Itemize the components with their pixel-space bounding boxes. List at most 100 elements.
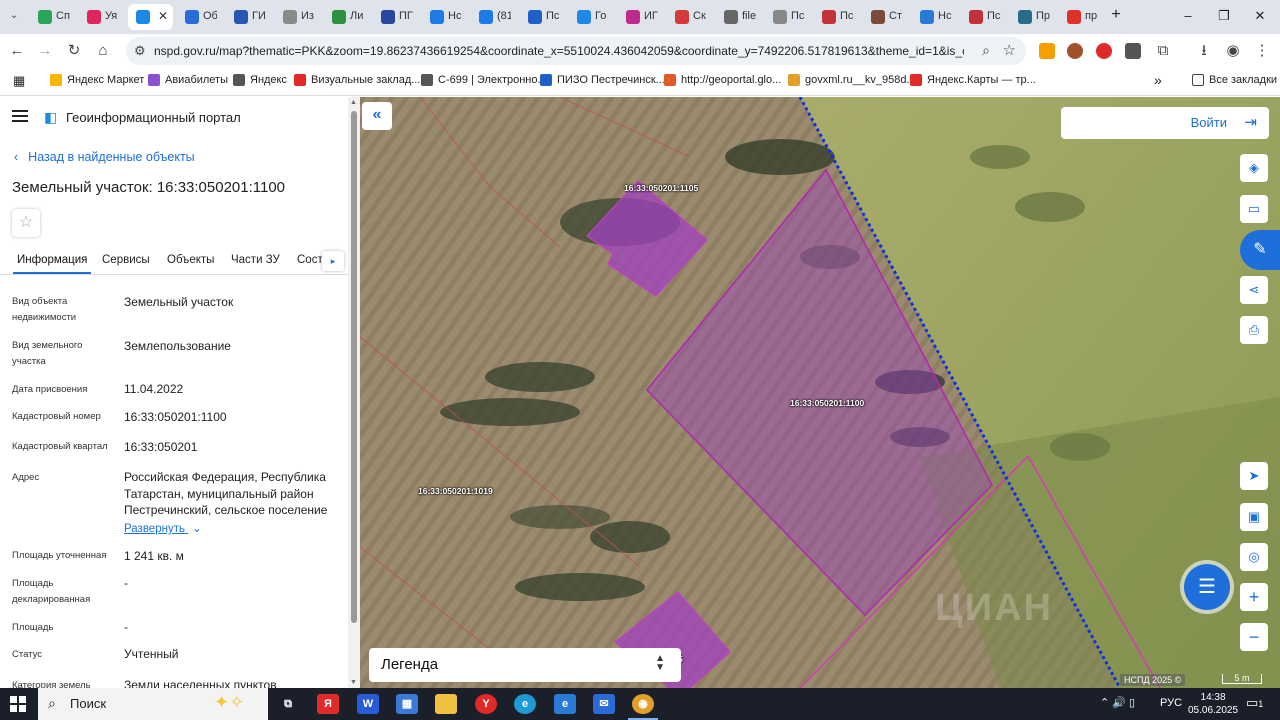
browser-tab[interactable]: Из	[275, 4, 320, 30]
tab-land-parts[interactable]: Части ЗУ	[231, 254, 280, 266]
expand-address-link[interactable]: Развернуть ⌄	[124, 521, 202, 535]
address-bar[interactable]: ⚙ nspd.gov.ru/map?thematic=PKK&zoom=19.8…	[126, 37, 1026, 65]
scrollbar-thumb[interactable]	[351, 111, 357, 623]
bookmark-item[interactable]: govxml.ru__kv_958d...	[788, 74, 916, 86]
locate-icon[interactable]: ◎	[1240, 543, 1268, 571]
close-tab-icon[interactable]: ✕	[158, 9, 168, 23]
windows-start-icon[interactable]	[10, 696, 26, 712]
zoom-icon[interactable]: ⌕	[982, 42, 990, 59]
parcel-label-1019[interactable]: 16:33:050201:1019	[418, 486, 493, 496]
browser-tab[interactable]: Пс	[765, 4, 810, 30]
menu-hamburger-icon[interactable]	[12, 110, 28, 122]
parcel-label-1100[interactable]: 16:33:050201:1100	[790, 398, 864, 408]
picture-in-picture-icon[interactable]: ▣	[1240, 503, 1268, 531]
site-info-icon[interactable]: ⚙	[134, 43, 146, 59]
browser-tab[interactable]: Нс	[912, 4, 957, 30]
print-icon[interactable]: ⎙	[1240, 316, 1268, 344]
scroll-down-icon[interactable]: ▼	[350, 679, 357, 686]
browser-tab[interactable]: Уя	[79, 4, 124, 30]
share-icon[interactable]: ⋖	[1240, 276, 1268, 304]
extension-avatar-icon[interactable]	[1067, 43, 1083, 59]
system-tray-icons[interactable]: ⌃ 🔊 ▯	[1100, 696, 1135, 709]
browser-tab[interactable]: (81	[471, 4, 516, 30]
bookmark-item[interactable]: Яндекс Маркет	[50, 74, 144, 86]
zoom-in-icon[interactable]: +	[1240, 583, 1268, 611]
file-explorer-icon[interactable]	[435, 694, 457, 714]
browser-tab[interactable]: Нс	[422, 4, 467, 30]
url-text[interactable]: nspd.gov.ru/map?thematic=PKK&zoom=19.862…	[154, 44, 964, 58]
tab-search-chevron-icon[interactable]: ⌄	[3, 6, 25, 26]
extension-hat-icon[interactable]	[1125, 43, 1141, 59]
browser-tab[interactable]: Го	[569, 4, 614, 30]
tabs-scroll-right-icon[interactable]: ▸	[322, 251, 344, 271]
home-icon[interactable]: ⌂	[92, 41, 114, 61]
chat-bubble-icon[interactable]: ☰	[1184, 564, 1230, 610]
all-bookmarks-button[interactable]: Все закладки	[1192, 74, 1277, 86]
browser-tab[interactable]: Ск	[667, 4, 712, 30]
browser-tab[interactable]: ✕	[128, 4, 173, 30]
scroll-up-icon[interactable]: ▲	[350, 99, 357, 106]
minimize-window-icon[interactable]: –	[1178, 8, 1198, 23]
map-view[interactable]: 16:33:050201:1105 16:33:050201:1100 16:3…	[360, 97, 1280, 688]
notification-center-icon[interactable]: ▭1	[1246, 695, 1263, 711]
chrome-app-icon[interactable]: ◉	[628, 694, 658, 720]
tab-information[interactable]: Информация	[12, 254, 92, 274]
forward-arrow-icon[interactable]: →	[34, 41, 56, 61]
close-window-icon[interactable]: ✕	[1250, 8, 1270, 24]
reload-icon[interactable]: ↻	[63, 41, 85, 61]
new-tab-button[interactable]: +	[1106, 6, 1126, 24]
profile-icon[interactable]: ◉	[1222, 41, 1244, 61]
taskbar-clock[interactable]: 14:38 05.06.2025	[1188, 691, 1238, 717]
browser-tab[interactable]: Пр	[1010, 4, 1055, 30]
menu-kebab-icon[interactable]: ⋮	[1251, 41, 1273, 61]
yandex-app-icon[interactable]: Я	[317, 694, 339, 714]
extension-yandex-icon[interactable]	[1096, 43, 1112, 59]
favorite-star-button[interactable]: ☆	[12, 209, 40, 237]
ie-browser-icon[interactable]: e	[554, 694, 576, 714]
yandex-browser-icon[interactable]: Y	[475, 694, 497, 714]
bookmark-item[interactable]: С-699 | Электронно...	[421, 74, 547, 86]
task-view-icon[interactable]: ⧉	[277, 694, 299, 714]
bookmark-item[interactable]: Визуальные заклад...	[294, 74, 420, 86]
browser-tab[interactable]: Пс	[961, 4, 1006, 30]
back-to-results-link[interactable]: ‹ Назад в найденные объекты	[14, 150, 195, 164]
bookmark-item[interactable]: Авиабилеты	[148, 74, 228, 86]
browser-tab[interactable]: ПГ	[373, 4, 418, 30]
browser-tab[interactable]: ГИ	[226, 4, 271, 30]
bookmark-item[interactable]: Яндекс	[233, 74, 287, 86]
browser-tab[interactable]: ИГ	[618, 4, 663, 30]
browser-tab[interactable]: file	[716, 4, 761, 30]
store-app-icon[interactable]: ▦	[396, 694, 418, 714]
browser-tab[interactable]: Сп	[30, 4, 75, 30]
parcel-label-1105[interactable]: 16:33:050201:1105	[624, 183, 698, 193]
extension-bookmark-icon[interactable]	[1039, 43, 1055, 59]
extensions-puzzle-icon[interactable]: ⧉	[1152, 41, 1174, 61]
language-indicator[interactable]: РУС	[1160, 697, 1182, 709]
bookmark-star-icon[interactable]: ☆	[1003, 41, 1016, 59]
bookmark-item[interactable]: Яндекс.Карты — тр...	[910, 74, 1036, 86]
word-app-icon[interactable]: W	[357, 694, 379, 714]
bookmarks-overflow-button[interactable]: »	[1154, 72, 1162, 88]
restore-window-icon[interactable]: ❐	[1214, 8, 1234, 24]
edge-browser-icon[interactable]: e	[514, 694, 536, 714]
browser-tab[interactable]: пр	[1059, 4, 1104, 30]
taskbar-search[interactable]: ⌕ Поиск ✦✧	[38, 688, 268, 720]
navigate-icon[interactable]: ➤	[1240, 462, 1268, 490]
browser-tab[interactable]: Ли	[324, 4, 369, 30]
mail-app-icon[interactable]: ✉	[593, 694, 615, 714]
tab-objects[interactable]: Объекты	[167, 254, 214, 266]
downloads-icon[interactable]: ⭳	[1193, 41, 1215, 61]
legend-dropdown[interactable]: Легенда ▲ ▼	[369, 648, 681, 682]
bookmark-item[interactable]: ПИЗО Пестречинск...	[540, 74, 665, 86]
browser-tab[interactable]: Ст	[863, 4, 908, 30]
browser-tab[interactable]: Пс	[520, 4, 565, 30]
bookmark-item[interactable]: http://geoportal.glo...	[664, 74, 781, 86]
ruler-icon[interactable]: ▭	[1240, 195, 1268, 223]
zoom-out-icon[interactable]: −	[1240, 623, 1268, 651]
browser-tab[interactable]: Пс	[814, 4, 859, 30]
map-chat-side-icon[interactable]: ✎	[1240, 230, 1280, 270]
apps-grid-icon[interactable]: ▦	[13, 73, 25, 89]
panel-scrollbar[interactable]: ▲ ▼	[348, 97, 360, 688]
login-button[interactable]: Войти ⇥	[1061, 107, 1269, 139]
layers-icon[interactable]: ◈	[1240, 154, 1268, 182]
